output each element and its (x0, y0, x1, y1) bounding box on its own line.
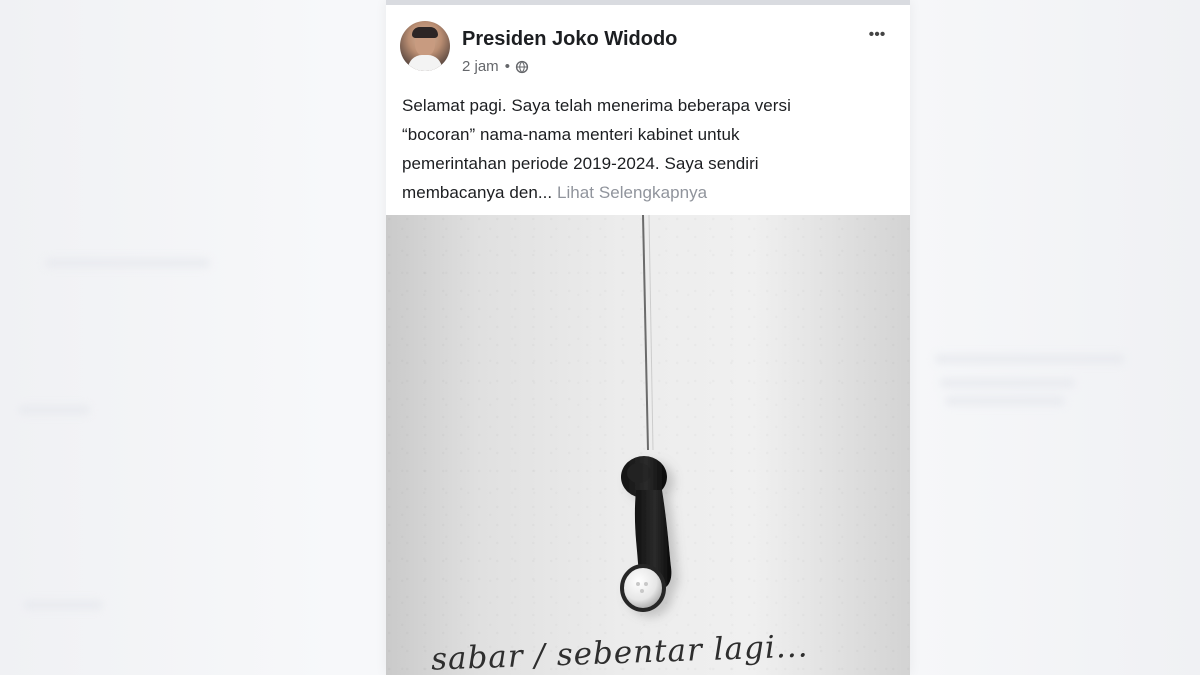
post-message-line-1: Selamat pagi. Saya telah menerima bebera… (402, 96, 791, 115)
blurred-left-background (0, 0, 385, 675)
post-image-hanging-phone[interactable]: sabar / sebentar lagi... (386, 215, 910, 675)
facebook-post-card: Presiden Joko Widodo 2 jam • ••• Selamat… (386, 0, 910, 675)
telephone-receiver (620, 456, 672, 612)
more-options-button[interactable]: ••• (860, 22, 894, 48)
phone-cord (642, 215, 649, 451)
facebook-post-screenshot: Presiden Joko Widodo 2 jam • ••• Selamat… (0, 0, 1200, 675)
post-message-line-2: “bocoran” nama-nama menteri kabinet untu… (402, 125, 740, 144)
hanging-telephone-illustration (620, 215, 672, 612)
more-options-icon: ••• (868, 26, 886, 43)
post-message-line-4: membacanya den... Lihat Selengkapnya (402, 178, 897, 207)
post-timestamp[interactable]: 2 jam (462, 58, 499, 76)
post-meta: 2 jam • (462, 58, 529, 76)
post-message: Selamat pagi. Saya telah menerima bebera… (402, 91, 897, 207)
author-name-link[interactable]: Presiden Joko Widodo (462, 27, 677, 51)
meta-separator: • (504, 58, 510, 75)
phone-cord-shadow (648, 215, 654, 451)
post-message-line-3: pemerintahan periode 2019-2024. Saya sen… (402, 154, 759, 173)
post-message-truncated-text: membacanya den... (402, 183, 553, 202)
avatar-hair (412, 27, 438, 38)
author-avatar[interactable] (400, 21, 450, 71)
globe-icon[interactable] (515, 60, 529, 74)
avatar-shirt (408, 55, 442, 71)
post-header: Presiden Joko Widodo 2 jam • ••• (386, 5, 910, 81)
see-more-link[interactable]: Lihat Selengkapnya (557, 183, 707, 202)
